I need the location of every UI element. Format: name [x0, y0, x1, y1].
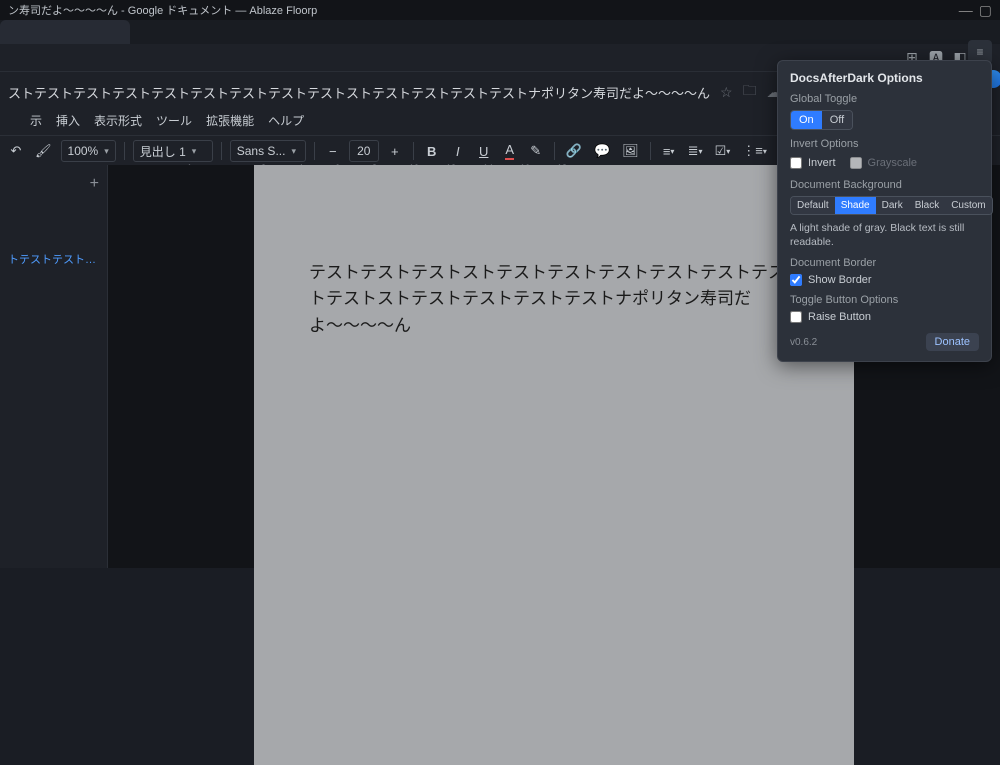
grayscale-checkbox-row: Grayscale — [850, 157, 918, 169]
zoom-select[interactable]: 100%▾ — [61, 140, 116, 162]
font-select[interactable]: Sans S...▾ — [230, 140, 306, 162]
underline-button[interactable]: U — [474, 140, 494, 162]
checklist-button[interactable]: ☑▾ — [712, 140, 734, 162]
minimize-button[interactable]: — — [959, 2, 973, 19]
bg-dark-button[interactable]: Dark — [876, 197, 909, 214]
invert-options-label: Invert Options — [790, 138, 979, 150]
menu-item[interactable]: 示 — [30, 112, 42, 129]
bg-shade-button[interactable]: Shade — [835, 197, 876, 214]
show-border-row[interactable]: Show Border — [790, 274, 979, 286]
move-folder-icon[interactable]: 🗀 — [743, 80, 757, 104]
document-background-label: Document Background — [790, 179, 979, 191]
bg-custom-button[interactable]: Custom — [945, 197, 991, 214]
background-options: Default Shade Dark Black Custom — [790, 196, 993, 215]
toggle-button-options-label: Toggle Button Options — [790, 294, 979, 306]
popup-title: DocsAfterDark Options — [790, 71, 979, 85]
invert-checkbox[interactable] — [790, 157, 802, 169]
global-on-button[interactable]: On — [791, 111, 822, 129]
extension-popup: DocsAfterDark Options Global Toggle On O… — [777, 60, 992, 362]
raise-button-checkbox[interactable] — [790, 311, 802, 323]
paragraph-style-select[interactable]: 見出し 1▾ — [133, 140, 213, 162]
browser-tabstrip — [0, 20, 1000, 44]
doc-title[interactable]: ストテストテストテストテストテストテストテストテストストテストテストテストテスト… — [8, 83, 710, 102]
image-button[interactable]: 🖼 — [619, 140, 642, 162]
fontsize-decrease-button[interactable]: − — [323, 140, 343, 162]
menu-item[interactable]: ツール — [156, 112, 192, 129]
document-page[interactable]: テストテストテストストテストテストテストテストテストテストテストストテストテスト… — [254, 165, 854, 765]
document-body-text[interactable]: テストテストテストストテストテストテストテストテストテストテストストテストテスト… — [309, 260, 799, 339]
maximize-button[interactable]: ▢ — [979, 2, 992, 19]
comment-button[interactable]: 💬 — [591, 140, 613, 162]
raise-button-row[interactable]: Raise Button — [790, 311, 979, 323]
text-color-button[interactable]: A — [500, 140, 520, 162]
font-size-input[interactable]: 20 — [349, 140, 379, 162]
background-description: A light shade of gray. Black text is sti… — [790, 221, 979, 249]
browser-tab[interactable] — [0, 20, 130, 44]
bg-default-button[interactable]: Default — [791, 197, 835, 214]
undo-button[interactable]: ↶ — [6, 140, 26, 162]
show-border-checkbox[interactable] — [790, 274, 802, 286]
document-border-label: Document Border — [790, 257, 979, 269]
align-button[interactable]: ≡▾ — [659, 140, 679, 162]
print-format-button[interactable]: 🖌 — [32, 140, 55, 162]
global-toggle-label: Global Toggle — [790, 93, 979, 105]
menu-item[interactable]: 表示形式 — [94, 112, 142, 129]
highlight-button[interactable]: ✎ — [526, 140, 546, 162]
outline-panel: + トテストテストテ... — [0, 165, 108, 568]
menu-item[interactable]: ヘルプ — [268, 112, 304, 129]
donate-button[interactable]: Donate — [926, 333, 979, 351]
grayscale-checkbox — [850, 157, 862, 169]
menu-item[interactable]: 挿入 — [56, 112, 80, 129]
line-spacing-button[interactable]: ≣▾ — [685, 140, 706, 162]
window-controls: — ▢ — [959, 2, 992, 19]
global-off-button[interactable]: Off — [822, 111, 852, 129]
fontsize-increase-button[interactable]: + — [385, 140, 405, 162]
version-label: v0.6.2 — [790, 337, 817, 348]
invert-checkbox-row[interactable]: Invert — [790, 157, 836, 169]
link-button[interactable]: 🔗 — [563, 140, 585, 162]
add-outline-button[interactable]: + — [8, 175, 99, 193]
window-titlebar: ン寿司だよ〜〜〜〜ん - Google ドキュメント — Ablaze Floo… — [0, 0, 1000, 20]
italic-button[interactable]: I — [448, 140, 468, 162]
bulleted-list-button[interactable]: ⋮≡▾ — [739, 140, 770, 162]
outline-heading-item[interactable]: トテストテストテ... — [8, 251, 99, 267]
bg-black-button[interactable]: Black — [909, 197, 945, 214]
global-toggle: On Off — [790, 110, 853, 130]
bold-button[interactable]: B — [422, 140, 442, 162]
menu-item[interactable]: 拡張機能 — [206, 112, 254, 129]
window-title: ン寿司だよ〜〜〜〜ん - Google ドキュメント — Ablaze Floo… — [8, 2, 317, 18]
star-outline-icon[interactable]: ☆ — [720, 84, 733, 101]
